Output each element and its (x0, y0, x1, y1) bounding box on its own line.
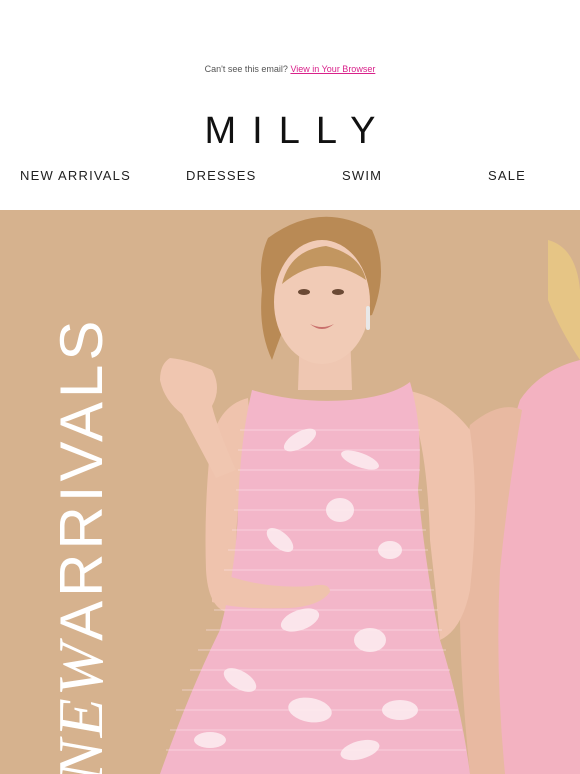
hero-image (0, 210, 580, 774)
main-nav: NEW ARRIVALS DRESSES SWIM SALE (0, 168, 580, 186)
nav-item-new-arrivals[interactable]: NEW ARRIVALS (20, 168, 131, 183)
nav-item-dresses[interactable]: DRESSES (186, 168, 257, 183)
view-in-browser-link[interactable]: View in Your Browser (290, 64, 375, 74)
nav-item-sale[interactable]: SALE (488, 168, 526, 183)
preheader: Can't see this email? View in Your Brows… (0, 64, 580, 74)
brand-logo[interactable]: MILLY (0, 110, 580, 153)
hero-banner[interactable]: NEWARRIVALS (0, 210, 580, 774)
preheader-text: Can't see this email? (204, 64, 288, 74)
nav-item-swim[interactable]: SWIM (342, 168, 382, 183)
